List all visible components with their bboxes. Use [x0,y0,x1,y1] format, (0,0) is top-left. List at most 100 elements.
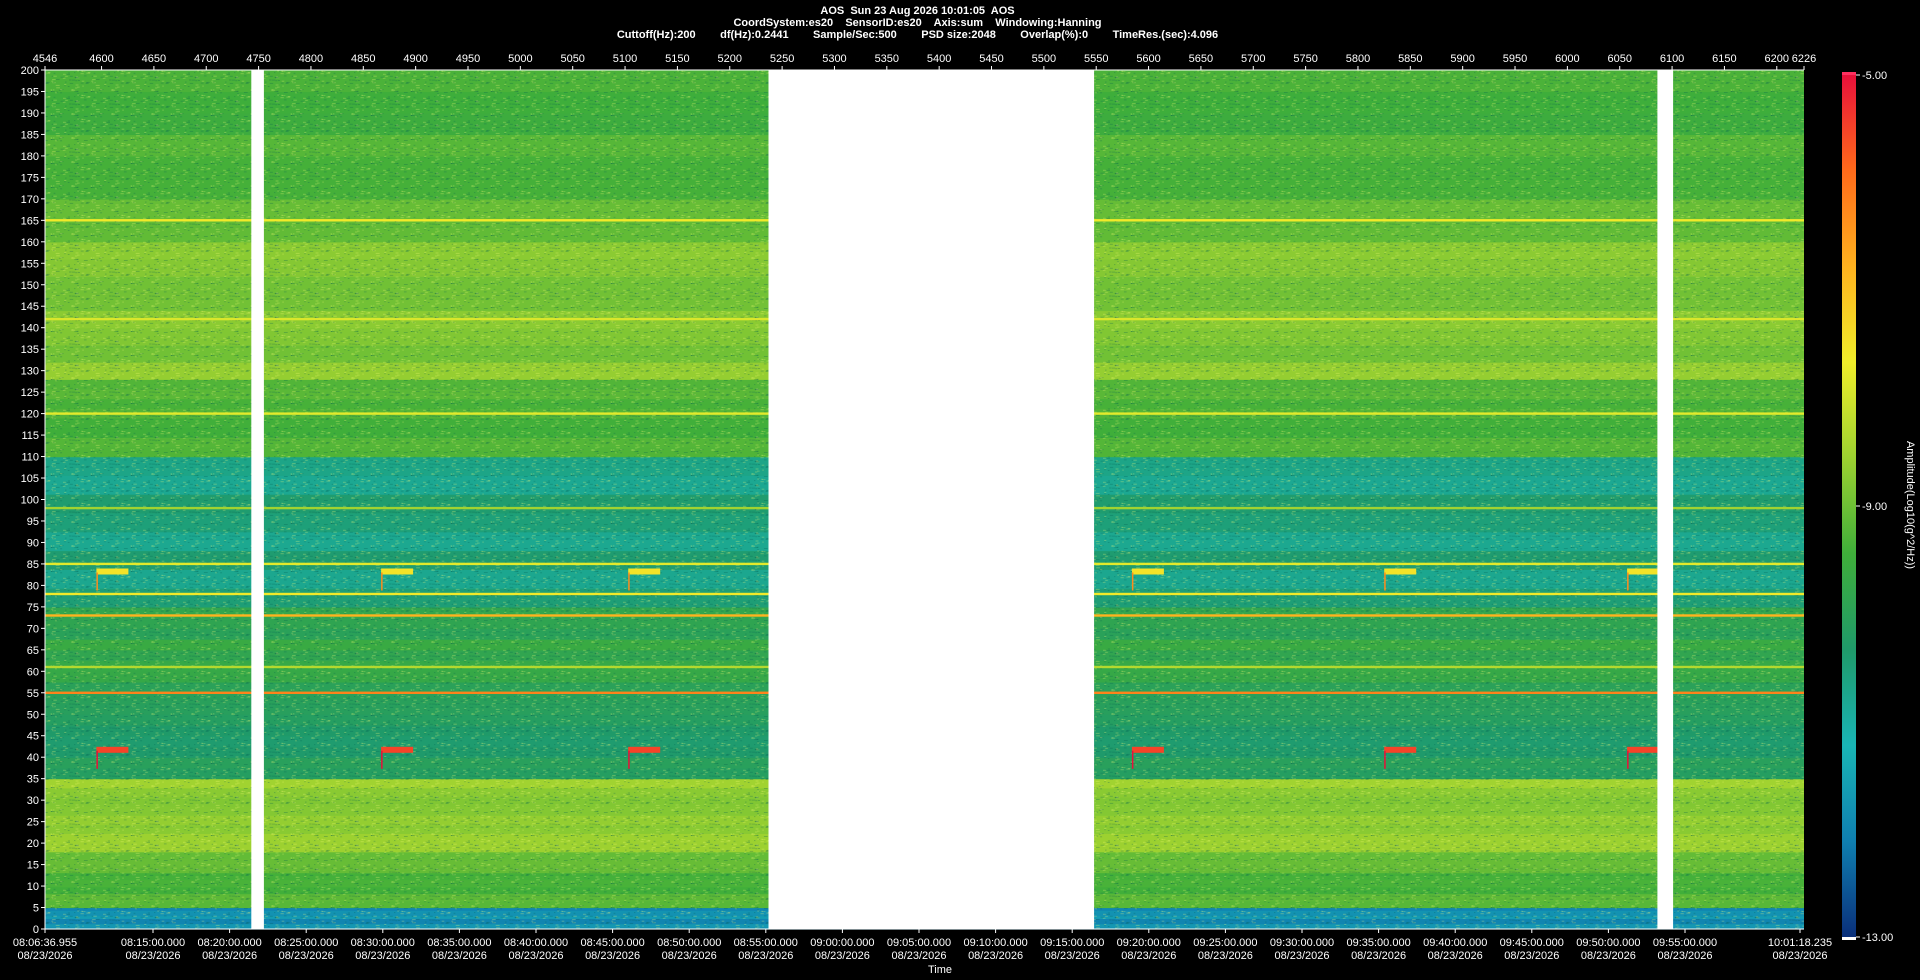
y-tick-label: 115 [21,430,39,442]
x-tick-date: 08/23/2026 [585,950,640,962]
colorbar-max-marker [1842,72,1856,75]
event-mark [96,746,129,753]
x-tick-time: 09:45:00.000 [1500,937,1564,949]
y-tick-label: 175 [21,172,39,184]
y-tick-label: 65 [27,645,39,657]
x-tick-date: 08/23/2026 [1121,950,1176,962]
top-tick-label: 5300 [822,53,846,65]
top-tick-label: 5450 [979,53,1003,65]
top-tick-label: 5400 [927,53,951,65]
x-tick-time: 10:01:18.235 [1768,937,1832,949]
x-tick-date: 08/23/2026 [508,950,563,962]
event-mark [1384,750,1386,769]
top-tick-label: 5050 [560,53,584,65]
colorbar-gradient [1842,75,1856,937]
top-tick-label: 5550 [1084,53,1108,65]
y-tick-label: 90 [27,537,39,549]
top-tick-label: 5000 [508,53,532,65]
x-tick-time: 08:20:00.000 [197,937,261,949]
y-tick-label: 170 [21,194,39,206]
top-tick-label: 5500 [1032,53,1056,65]
top-tick-label: 5750 [1293,53,1317,65]
top-tick-label: 4750 [246,53,270,65]
top-tick-label: 4700 [194,53,218,65]
x-tick-date: 08/23/2026 [891,950,946,962]
x-tick-date: 08/23/2026 [202,950,257,962]
y-tick-label: 40 [27,752,39,764]
top-tick-label: 5150 [665,53,689,65]
y-tick-label: 200 [21,65,39,77]
top-tick-label: 6226 [1792,53,1816,65]
colorbar-tick-label: -5.00 [1862,70,1887,82]
x-tick-date: 08/23/2026 [1351,950,1406,962]
y-tick-label: 140 [21,323,39,335]
top-tick-label: 5350 [875,53,899,65]
top-tick-label: 4850 [351,53,375,65]
y-tick-label: 85 [27,559,39,571]
x-tick-time: 08:15:00.000 [121,937,185,949]
x-tick-date: 08/23/2026 [1274,950,1329,962]
event-mark [96,568,129,575]
event-mark [381,750,383,769]
top-tick-label: 4900 [403,53,427,65]
spectrogram-chart: 0 5 10 15 20 25 30 35 40 45 50 55 60 65 70 75 80 85 90 95 10… [13,53,1893,962]
data-gap [768,70,1095,929]
top-tick-label: 5700 [1241,53,1265,65]
x-tick-date: 08/23/2026 [1772,950,1827,962]
y-tick-label: 135 [21,344,39,356]
x-tick-date: 08/23/2026 [738,950,793,962]
event-mark [628,568,661,575]
top-tick-label: 5250 [770,53,794,65]
top-tick-label: 4800 [299,53,323,65]
y-tick-label: 95 [27,516,39,528]
y-tick-label: 20 [27,838,39,850]
x-tick-date: 08/23/2026 [1581,950,1636,962]
event-mark [96,572,98,591]
colorbar-label: Amplitude(Log10(g^2/Hz)) [1904,440,1916,570]
y-tick-label: 0 [33,924,39,936]
event-mark [628,746,661,753]
top-tick-label: 5100 [613,53,637,65]
top-tick-label: 5650 [1189,53,1213,65]
top-tick-label: 6100 [1660,53,1684,65]
event-mark [1627,746,1660,753]
event-mark [1384,746,1417,753]
x-tick-date: 08/23/2026 [1045,950,1100,962]
x-tick-time: 08:30:00.000 [351,937,415,949]
y-tick-label: 120 [21,409,39,421]
x-tick-time: 09:50:00.000 [1576,937,1640,949]
event-mark [1627,750,1629,769]
y-tick-label: 45 [27,731,39,743]
y-tick-label: 35 [27,774,39,786]
y-tick-label: 15 [27,860,39,872]
x-tick-time: 09:15:00.000 [1040,937,1104,949]
colorbar-tick-label: -13.00 [1862,932,1893,944]
y-tick-label: 150 [21,280,39,292]
x-tick-time: 09:20:00.000 [1117,937,1181,949]
x-tick-time: 09:00:00.000 [810,937,874,949]
event-mark [1627,572,1629,591]
event-mark [628,572,630,591]
x-tick-date: 08/23/2026 [125,950,180,962]
x-tick-time: 09:40:00.000 [1423,937,1487,949]
y-tick-label: 70 [27,623,39,635]
y-tick-label: 165 [21,215,39,227]
top-tick-label: 4650 [142,53,166,65]
y-tick-label: 185 [21,129,39,141]
x-tick-time: 08:35:00.000 [427,937,491,949]
y-tick-label: 50 [27,709,39,721]
y-tick-label: 195 [21,86,39,98]
y-tick-label: 10 [27,881,39,893]
y-tick-label: 25 [27,817,39,829]
top-tick-label: 5800 [1346,53,1370,65]
x-tick-time: 08:55:00.000 [734,937,798,949]
x-tick-date: 08/23/2026 [432,950,487,962]
data-gap [251,70,264,929]
colorbar-min-marker [1842,937,1856,940]
event-mark [1131,750,1134,769]
x-tick-date: 08/23/2026 [1504,950,1559,962]
event-mark [96,750,98,769]
data-gap [1657,70,1674,929]
top-tick-label: 5950 [1503,53,1527,65]
x-tick-time: 09:25:00.000 [1193,937,1257,949]
